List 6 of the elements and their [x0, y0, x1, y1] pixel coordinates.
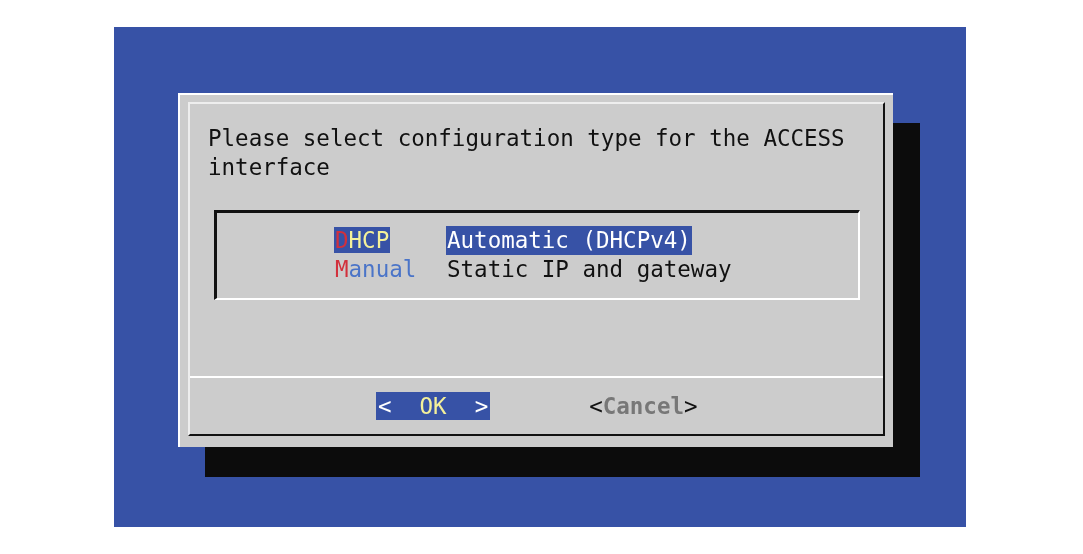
dialog-message: Please select configuration type for the ACCESS interface	[208, 124, 846, 182]
menu-option-description[interactable]: Static IP and gateway	[446, 255, 733, 284]
dialog-button[interactable]: < OK >	[376, 392, 491, 420]
menu-option-description[interactable]: Automatic (DHCPv4)	[446, 226, 692, 255]
menu-option-tag[interactable]: DHCP	[334, 227, 391, 253]
dialog-button[interactable]: <Cancel>	[587, 392, 700, 420]
